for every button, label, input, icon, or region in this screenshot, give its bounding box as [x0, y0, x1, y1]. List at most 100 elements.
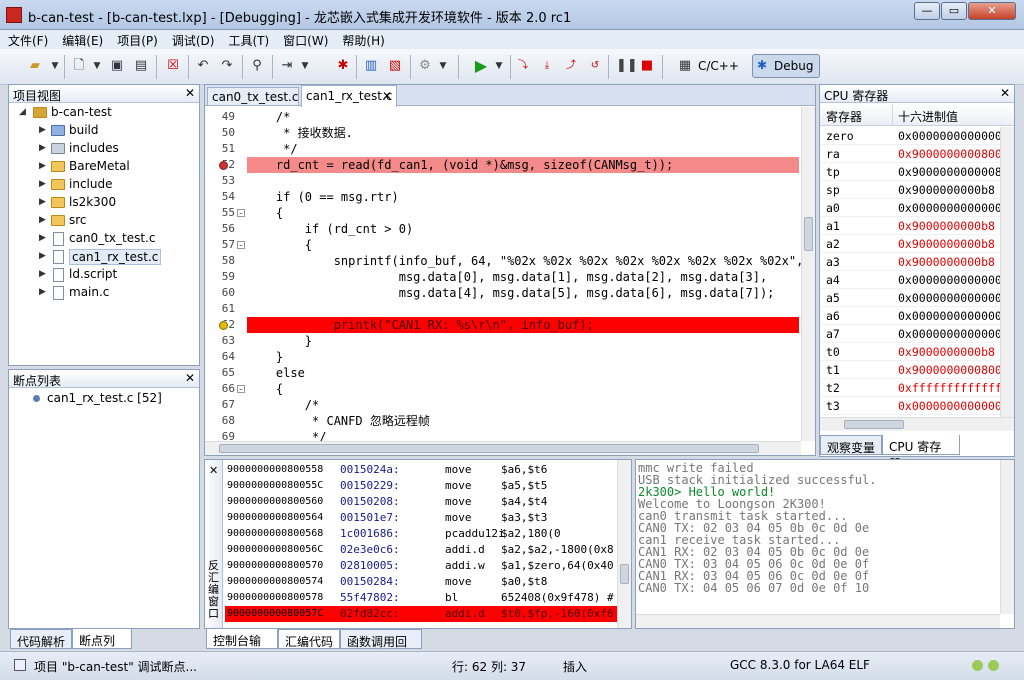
save-icon[interactable]: ▣: [108, 57, 126, 75]
close-icon[interactable]: ✕: [1000, 86, 1010, 100]
tab-breakpoints[interactable]: 断点列表: [72, 629, 132, 665]
stop-icon[interactable]: ■: [638, 57, 656, 75]
close-button[interactable]: ✕: [968, 2, 1016, 20]
disassembly-scrollbar[interactable]: [617, 460, 631, 628]
minimize-button[interactable]: —: [914, 2, 940, 20]
disassembly-row[interactable]: 900000000080057C 02fd82cc: addi.d $t0,$fp,-…: [225, 606, 619, 622]
close-icon[interactable]: ✕: [185, 371, 195, 385]
step-over-icon[interactable]: ⤵: [514, 57, 532, 75]
register-row[interactable]: a5 0x0000000000000000: [820, 289, 1000, 307]
tree-item[interactable]: ▶ build: [9, 122, 199, 140]
step-out-icon[interactable]: ⤴: [562, 57, 580, 75]
close-icon[interactable]: ✕: [185, 86, 195, 100]
register-row[interactable]: t0 0x9000000000b8: [820, 343, 1000, 361]
tab-can0-tx-test[interactable]: can0_tx_test.c: [207, 87, 299, 106]
build-icon[interactable]: ▥: [362, 57, 380, 75]
tree-item[interactable]: ▶ BareMetal: [9, 158, 199, 176]
breakpoint-marker-icon[interactable]: [219, 161, 228, 170]
dropdown-arrow-icon[interactable]: ▼: [296, 57, 314, 75]
save-all-icon[interactable]: ▤: [132, 57, 150, 75]
registers-horizontal-scrollbar[interactable]: [820, 417, 1014, 431]
editor-horizontal-scrollbar[interactable]: [205, 441, 801, 455]
menu-help[interactable]: 帮助(H): [334, 30, 390, 49]
menu-edit[interactable]: 编辑(E): [54, 30, 109, 49]
dropdown-arrow-icon[interactable]: ▼: [88, 57, 106, 75]
close-icon[interactable]: ✕: [382, 89, 392, 103]
tree-item[interactable]: ▶ includes: [9, 140, 199, 158]
redo-icon[interactable]: ↷: [218, 57, 236, 75]
tab-cpu-registers[interactable]: CPU 寄存器: [882, 435, 960, 471]
tab-code-analysis[interactable]: 代码解析: [10, 629, 72, 649]
register-row[interactable]: t2 0xffffffffffffff: [820, 379, 1000, 397]
maximize-button[interactable]: ▭: [941, 2, 967, 20]
register-row[interactable]: a7 0x0000000000000000: [820, 325, 1000, 343]
fold-toggle-icon[interactable]: –: [237, 209, 245, 217]
disassembly-row[interactable]: 9000000000800558 0015024a: move $a6,$t6: [225, 462, 619, 478]
register-row[interactable]: a2 0x9000000000b8: [820, 235, 1000, 253]
collapsed-arrow-icon[interactable]: ▶: [39, 179, 46, 189]
new-file-icon[interactable]: 🗋: [70, 57, 88, 75]
close-file-icon[interactable]: ☒: [164, 57, 182, 75]
console-output[interactable]: mmc write failed USB stack initialized su…: [636, 462, 996, 612]
disassembly-row[interactable]: 9000000000800564 001501e7: move $a3,$t3: [225, 510, 619, 526]
menu-project[interactable]: 项目(P): [109, 30, 164, 49]
tab-can1-rx-test[interactable]: can1_rx_test.c ✕: [301, 85, 397, 107]
register-row[interactable]: zero 0x0000000000000000: [820, 127, 1000, 145]
collapsed-arrow-icon[interactable]: ▶: [39, 287, 46, 297]
disassembly-row[interactable]: 900000000080056C 02e3e0c6: addi.d $a2,$a2,-…: [225, 542, 619, 558]
open-folder-icon[interactable]: ▰: [26, 57, 44, 75]
register-row[interactable]: sp 0x9000000000b8: [820, 181, 1000, 199]
import-icon[interactable]: ⇥: [278, 57, 296, 75]
pause-icon[interactable]: ❚❚: [616, 57, 638, 75]
tab-call-stack[interactable]: 函数调用回溯: [340, 629, 422, 666]
collapsed-arrow-icon[interactable]: ▶: [39, 197, 46, 207]
editor-vertical-scrollbar[interactable]: [801, 107, 815, 441]
dropdown-arrow-icon[interactable]: ▼: [434, 57, 452, 75]
disassembly-row[interactable]: 9000000000800574 00150284: move $a0,$t8: [225, 574, 619, 590]
collapsed-arrow-icon[interactable]: ▶: [39, 233, 46, 243]
tree-item[interactable]: ▶ ls2k300: [9, 194, 199, 212]
console-horizontal-scrollbar[interactable]: [636, 614, 1000, 628]
tab-assembly-code[interactable]: 汇编代码: [278, 629, 340, 649]
step-into-icon[interactable]: ⤓: [538, 57, 556, 75]
collapsed-arrow-icon[interactable]: ▶: [39, 251, 46, 261]
search-icon[interactable]: ⚲: [248, 57, 266, 75]
tree-item[interactable]: ▶ main.c: [9, 284, 199, 302]
register-row[interactable]: a4 0x0000000000000000: [820, 271, 1000, 289]
fold-toggle-icon[interactable]: –: [237, 385, 245, 393]
column-hex-value[interactable]: 十六进制值: [898, 108, 958, 125]
run-icon[interactable]: ▶: [472, 57, 490, 75]
expanded-arrow-icon[interactable]: ◢: [19, 107, 26, 117]
tree-item[interactable]: ▶ can0_tx_test.c: [9, 230, 199, 248]
collapsed-arrow-icon[interactable]: ▶: [39, 143, 46, 153]
gear-icon[interactable]: ⚙: [416, 57, 434, 75]
register-row[interactable]: a1 0x9000000000b8: [820, 217, 1000, 235]
code-area[interactable]: 49 /* 50 * 接收数据. 51 */52 rd_cnt = read(fd_…: [205, 107, 801, 441]
disassembly-row[interactable]: 9000000000800570 02810005: addi.w $a1,$zero…: [225, 558, 619, 574]
step-return-icon[interactable]: ↺: [586, 57, 604, 75]
dropdown-arrow-icon[interactable]: ▼: [490, 57, 508, 75]
console-vertical-scrollbar[interactable]: [1000, 460, 1014, 614]
tab-console-output[interactable]: 控制台输出: [206, 629, 278, 665]
column-register[interactable]: 寄存器: [826, 108, 862, 125]
register-row[interactable]: tp 0x9000000000008f: [820, 163, 1000, 181]
collapsed-arrow-icon[interactable]: ▶: [39, 215, 46, 225]
tree-item[interactable]: ▶ include: [9, 176, 199, 194]
tree-item[interactable]: ▶ ld.script: [9, 266, 199, 284]
register-row[interactable]: t1 0x9000000000800: [820, 361, 1000, 379]
tree-item[interactable]: ▶ can1_rx_test.c: [9, 248, 199, 266]
rebuild-icon[interactable]: ▧: [386, 57, 404, 75]
undo-icon[interactable]: ↶: [194, 57, 212, 75]
menu-window[interactable]: 窗口(W): [275, 30, 334, 49]
tree-root[interactable]: ◢ b-can-test: [9, 104, 199, 122]
disassembly-list[interactable]: 9000000000800558 0015024a: move $a6,$t6 9000…: [225, 462, 619, 628]
register-row[interactable]: t3 0x0000000000000000: [820, 397, 1000, 415]
collapsed-arrow-icon[interactable]: ▶: [39, 269, 46, 279]
disassembly-row[interactable]: 9000000000800578 55f47802: bl 652408(0x9f47…: [225, 590, 619, 606]
disassembly-row[interactable]: 9000000000800568 1c001686: pcaddu12i $a2,1…: [225, 526, 619, 542]
tree-item[interactable]: ▶ src: [9, 212, 199, 230]
cpp-perspective-button[interactable]: C/C++: [698, 59, 739, 73]
tab-watch-variables[interactable]: 观察变量: [820, 435, 882, 455]
registers-vertical-scrollbar[interactable]: [1000, 127, 1014, 417]
register-row[interactable]: ra 0x9000000000800: [820, 145, 1000, 163]
